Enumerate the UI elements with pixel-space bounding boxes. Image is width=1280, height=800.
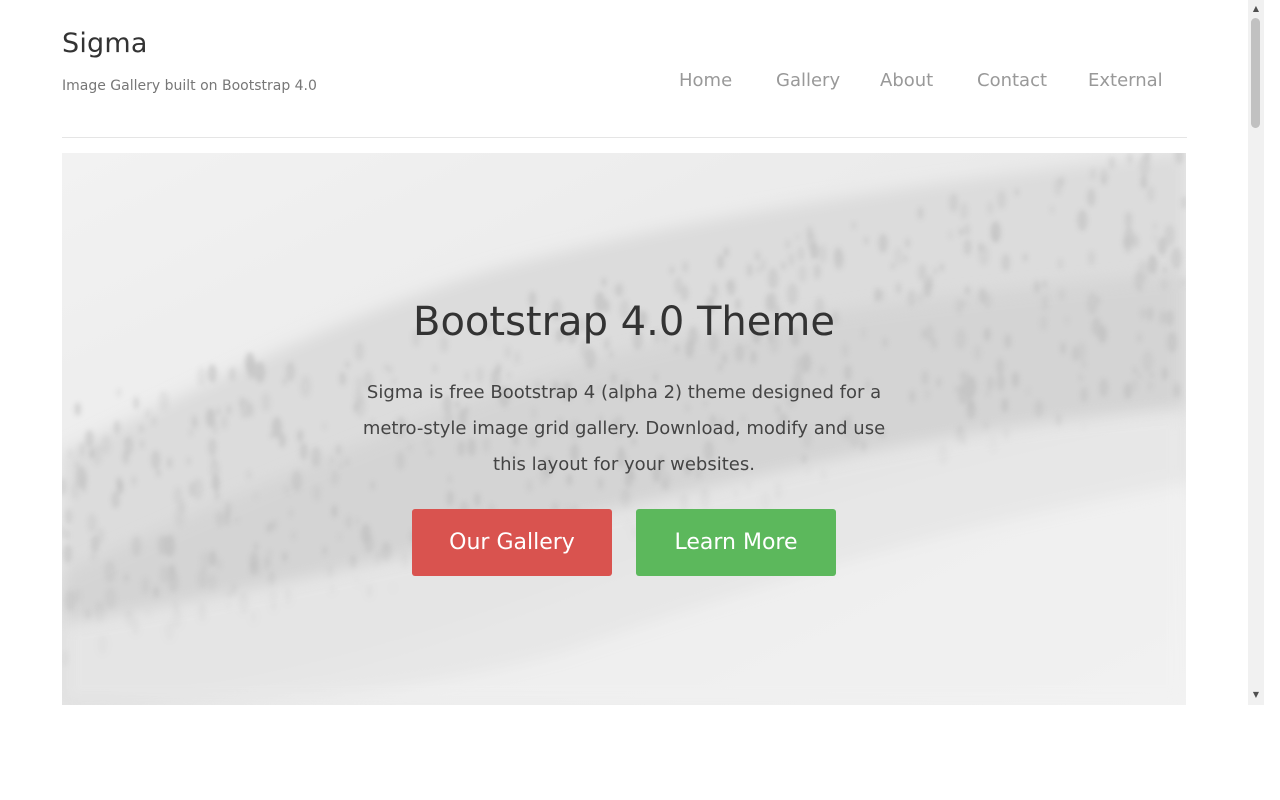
hero-section: Bootstrap 4.0 Theme Sigma is free Bootst… xyxy=(62,153,1186,705)
site-title[interactable]: Sigma xyxy=(62,28,148,59)
nav-item-about[interactable]: About xyxy=(880,70,933,91)
nav-item-gallery[interactable]: Gallery xyxy=(776,70,840,91)
scroll-down-arrow-icon[interactable]: ▼ xyxy=(1250,690,1262,700)
main-nav: Home Gallery About Contact External xyxy=(0,70,1248,94)
nav-item-external[interactable]: External xyxy=(1088,70,1163,91)
hero-description: Sigma is free Bootstrap 4 (alpha 2) them… xyxy=(362,382,886,475)
header-divider xyxy=(62,137,1187,138)
hero-content: Bootstrap 4.0 Theme Sigma is free Bootst… xyxy=(62,153,1186,705)
scroll-up-arrow-icon[interactable]: ▲ xyxy=(1250,4,1262,14)
learn-more-button[interactable]: Learn More xyxy=(636,509,836,576)
page-viewport: Sigma Image Gallery built on Bootstrap 4… xyxy=(0,0,1248,705)
our-gallery-button[interactable]: Our Gallery xyxy=(412,509,612,576)
hero-title: Bootstrap 4.0 Theme xyxy=(413,299,835,345)
scrollbar-thumb[interactable] xyxy=(1251,18,1260,128)
nav-item-home[interactable]: Home xyxy=(679,70,732,91)
nav-item-contact[interactable]: Contact xyxy=(977,70,1047,91)
